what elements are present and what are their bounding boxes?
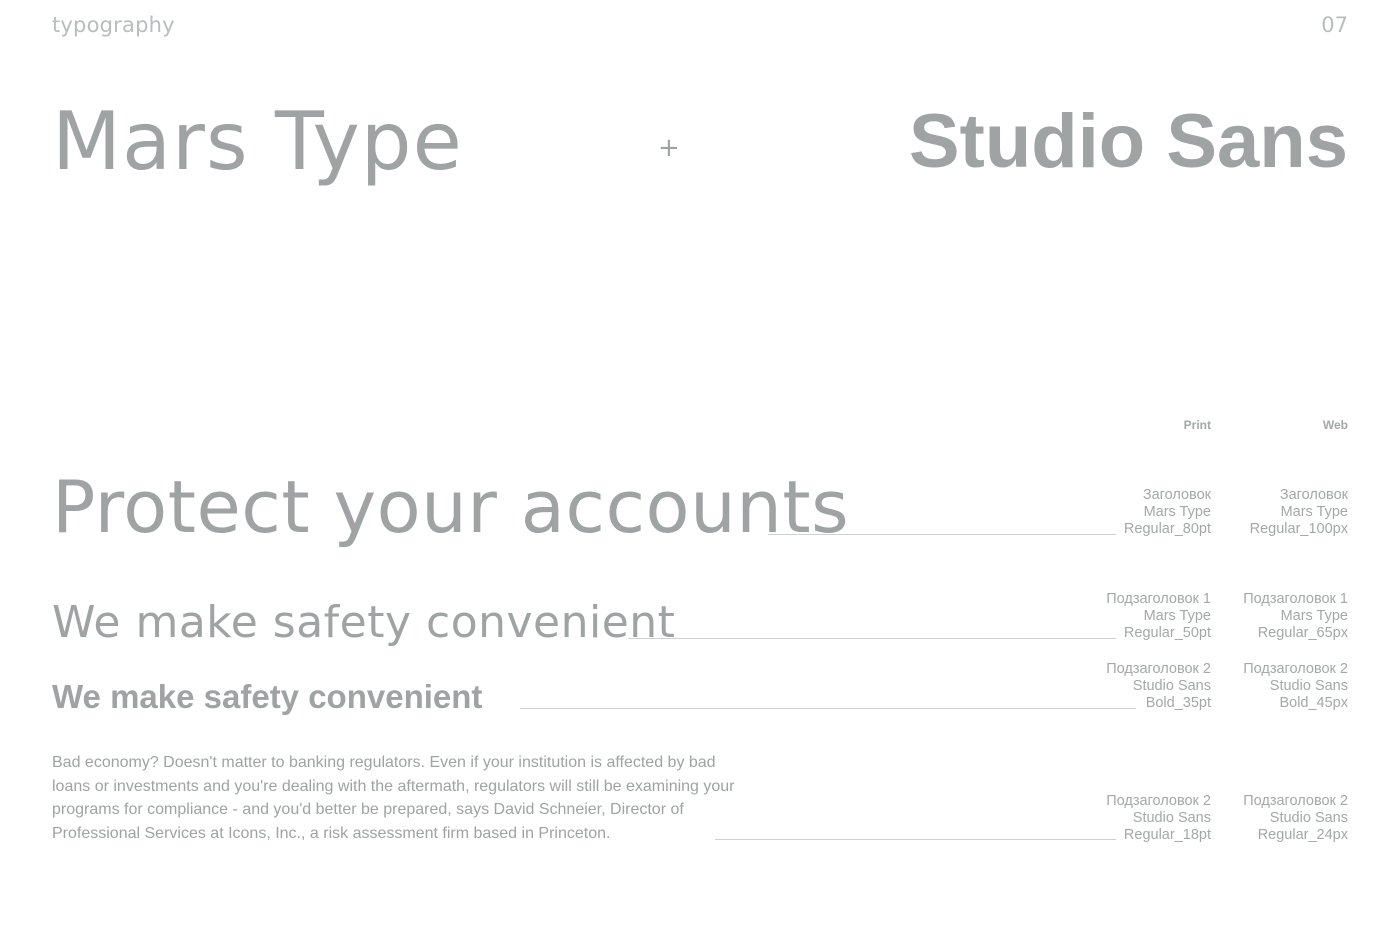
spec-font: Mars Type xyxy=(1280,607,1348,624)
spec-size: Bold_35pt xyxy=(1145,694,1211,711)
heading-rule xyxy=(768,534,1116,535)
subheading-1-print-spec: Подзаголовок 1 Mars Type Regular_50pt xyxy=(1106,591,1211,641)
body-text-sample: Bad economy? Doesn't matter to banking r… xyxy=(52,754,735,843)
page-number: 07 xyxy=(1321,13,1348,37)
spec-size: Regular_100px xyxy=(1249,520,1348,537)
subheading-2-rule xyxy=(520,708,1136,709)
subheading-2-print-spec: Подзаголовок 2 Studio Sans Bold_35pt xyxy=(1106,661,1211,711)
spec-role: Заголовок xyxy=(1142,487,1211,503)
section-label: typography xyxy=(52,13,175,37)
spec-font: Mars Type xyxy=(1280,503,1348,520)
spec-size: Regular_65px xyxy=(1257,624,1348,641)
spec-role: Подзаголовок 2 xyxy=(1243,661,1348,677)
web-column-header: Web xyxy=(1322,418,1348,432)
body-text-rule xyxy=(715,839,1116,840)
subheading-2-sample: We make safety convenient xyxy=(52,678,483,715)
spec-size: Regular_80pt xyxy=(1123,520,1211,537)
print-column-header: Print xyxy=(1183,418,1211,432)
spec-font: Studio Sans xyxy=(1269,677,1348,694)
heading-print-spec: Заголовок Mars Type Regular_80pt xyxy=(1124,487,1211,537)
spec-font: Studio Sans xyxy=(1269,809,1348,826)
spec-role: Подзаголовок 1 xyxy=(1243,591,1348,607)
primary-font-name: Mars Type xyxy=(52,95,463,188)
spec-size: Regular_24px xyxy=(1257,826,1348,843)
spec-font: Studio Sans xyxy=(1132,809,1211,826)
spec-size: Regular_18pt xyxy=(1123,826,1211,843)
spec-role: Заголовок xyxy=(1279,487,1348,503)
spec-size: Bold_45px xyxy=(1279,694,1348,711)
subheading-2-web-spec: Подзаголовок 2 Studio Sans Bold_45px xyxy=(1243,661,1348,711)
secondary-font-name: Studio Sans xyxy=(908,99,1348,184)
spec-role: Подзаголовок 2 xyxy=(1243,793,1348,809)
spec-font: Mars Type xyxy=(1143,503,1211,520)
spec-role: Подзаголовок 1 xyxy=(1106,591,1211,607)
subheading-1-rule xyxy=(628,638,1116,639)
body-text-web-spec: Подзаголовок 2 Studio Sans Regular_24px xyxy=(1243,793,1348,843)
plus-separator: + xyxy=(658,133,680,163)
spec-font: Mars Type xyxy=(1143,607,1211,624)
subheading-1-web-spec: Подзаголовок 1 Mars Type Regular_65px xyxy=(1243,591,1348,641)
heading-web-spec: Заголовок Mars Type Regular_100px xyxy=(1250,487,1348,537)
body-text-print-spec: Подзаголовок 2 Studio Sans Regular_18pt xyxy=(1106,793,1211,843)
spec-font: Studio Sans xyxy=(1132,677,1211,694)
spec-size: Regular_50pt xyxy=(1123,624,1211,641)
heading-sample: Protect your accounts xyxy=(52,465,850,549)
subheading-1-sample: We make safety convenient xyxy=(52,597,676,648)
spec-role: Подзаголовок 2 xyxy=(1106,793,1211,809)
spec-role: Подзаголовок 2 xyxy=(1106,661,1211,677)
